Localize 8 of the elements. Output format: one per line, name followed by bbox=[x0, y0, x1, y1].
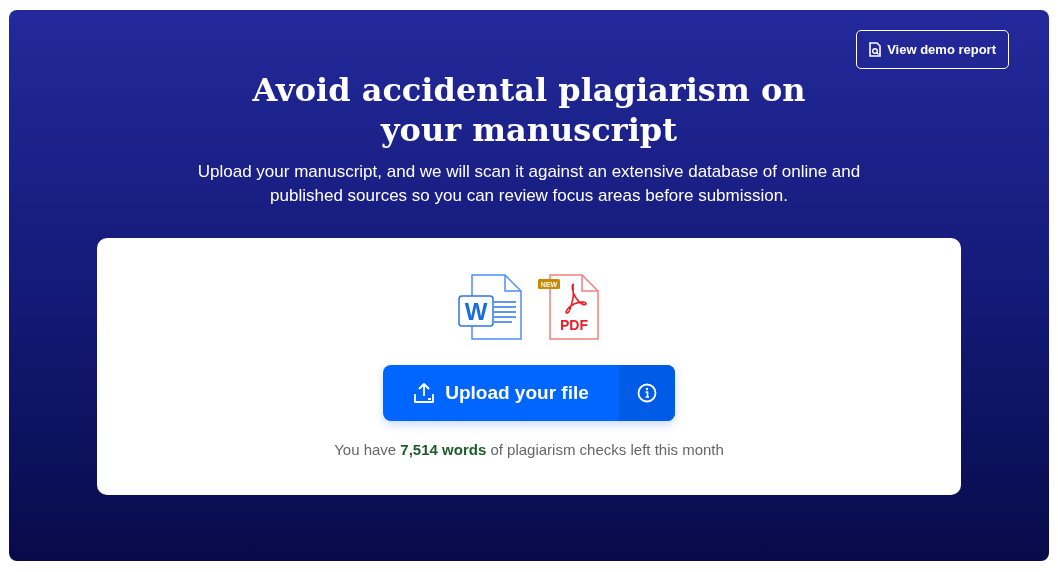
upload-file-button[interactable]: Upload your file bbox=[383, 365, 675, 421]
upload-icon bbox=[413, 382, 436, 404]
report-icon bbox=[869, 42, 882, 57]
page-heading: Avoid accidental plagiarism on your manuscript bbox=[251, 70, 807, 150]
info-icon[interactable] bbox=[636, 383, 657, 403]
page-subtitle: Upload your manuscript, and we will scan it against an extensive database of online and published sources so you can review focus areas before submission. bbox=[196, 161, 862, 207]
word-quota-text: You have 7,514 words of plagiarism checks left this month bbox=[334, 441, 724, 458]
view-demo-report-button[interactable]: View demo report bbox=[856, 30, 1009, 69]
